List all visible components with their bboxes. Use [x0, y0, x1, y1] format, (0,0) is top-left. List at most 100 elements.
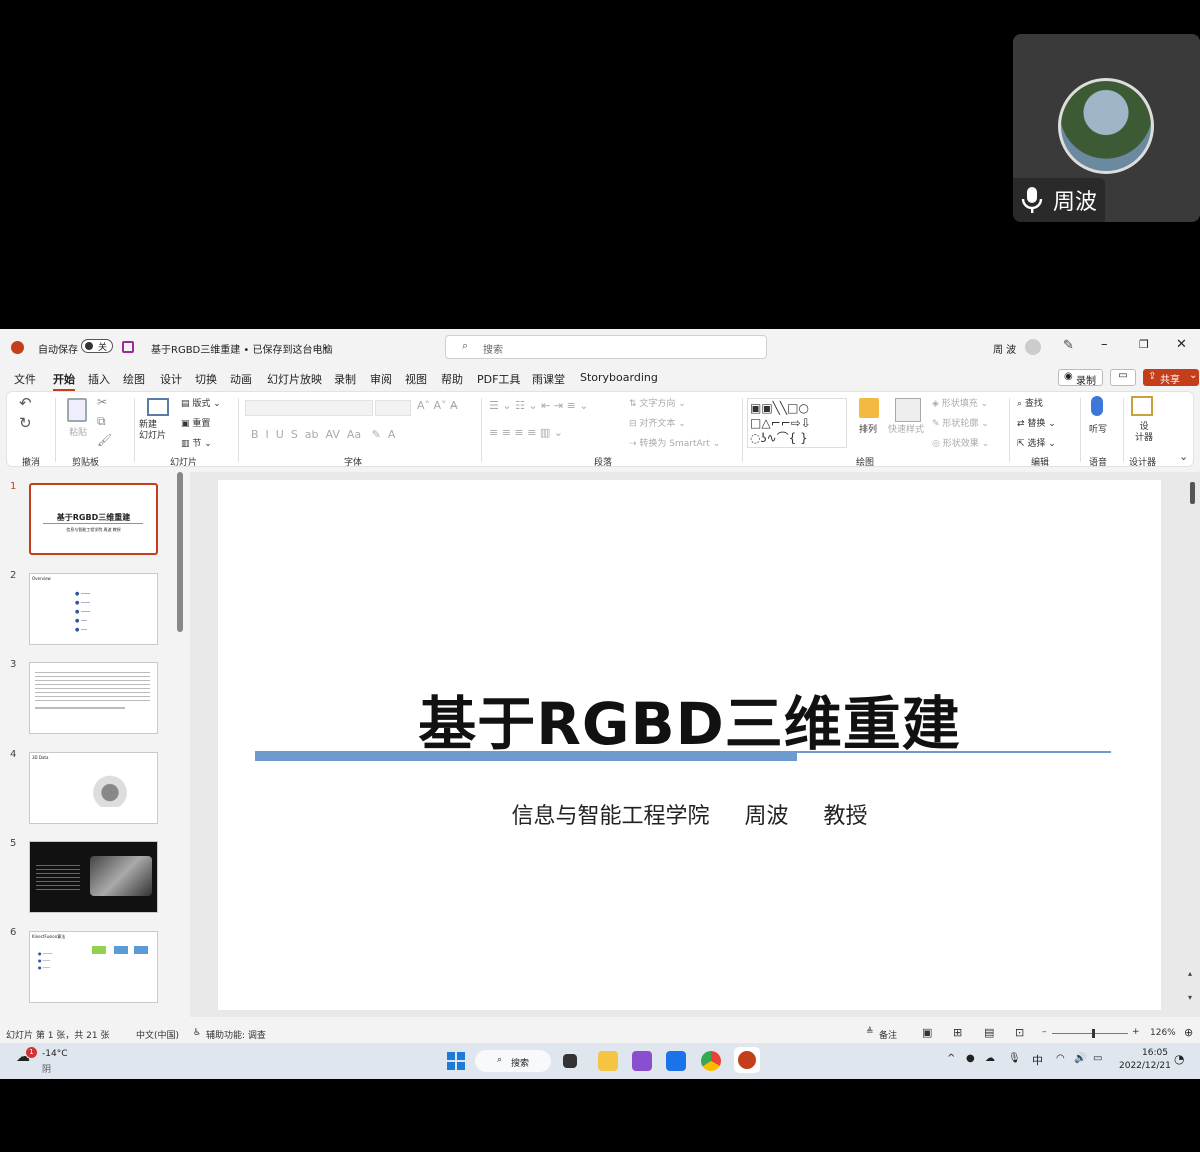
taskbar-search[interactable]: ⌕ 搜索 — [475, 1050, 551, 1072]
dictate-button[interactable]: 听写 — [1089, 422, 1107, 435]
pen-icon[interactable]: ✎ — [1063, 338, 1074, 353]
text-direction-button[interactable]: ⇅ 文字方向 ⌄ — [629, 396, 686, 409]
user-name[interactable]: 周 波 — [993, 341, 1016, 356]
zoom-level[interactable]: 126% — [1150, 1028, 1176, 1038]
slide-thumbnail-5[interactable] — [29, 841, 158, 913]
font-format-buttons[interactable]: B I U S ab AV Aa ✎ A — [251, 428, 395, 441]
tab-rain-classroom[interactable]: 雨课堂 — [532, 371, 565, 387]
cloud-icon[interactable]: ☁ — [985, 1053, 995, 1064]
slide-thumbnail-6[interactable]: KinectFusion算法 ● ──── ● ─── ● ─── — [29, 931, 158, 1003]
task-view-icon[interactable] — [563, 1054, 577, 1068]
arrange-icon[interactable] — [859, 398, 879, 418]
tab-animations[interactable]: 动画 — [230, 371, 252, 387]
normal-view-icon[interactable]: ▣ — [922, 1026, 932, 1039]
prev-slide-icon[interactable]: ▴ — [1188, 969, 1192, 978]
slide-scrollbar[interactable] — [1190, 482, 1195, 504]
alignment-buttons[interactable]: ≡ ≡ ≡ ≡ ▥ ⌄ — [489, 426, 563, 439]
visual-studio-icon[interactable] — [632, 1051, 652, 1071]
copy-icon[interactable]: ⧉ — [97, 414, 106, 429]
ribbon-collapse-chevron-icon[interactable]: ⌄ — [1179, 450, 1188, 463]
slide-thumbnail-3[interactable] — [29, 662, 158, 734]
fit-to-window-icon[interactable]: ⊕ — [1184, 1026, 1193, 1039]
new-slide-button[interactable]: 新建 幻灯片 — [139, 420, 166, 442]
paste-label[interactable]: 粘贴 — [69, 425, 87, 438]
autosave-toggle[interactable]: 关 — [81, 339, 113, 353]
restore-icon[interactable]: ❐ — [1139, 338, 1149, 351]
windows-start-icon[interactable] — [447, 1052, 465, 1070]
slide-thumbnail-4[interactable]: 3D Data — [29, 752, 158, 824]
font-name-dropdown[interactable] — [245, 400, 373, 416]
arrange-button[interactable]: 排列 — [859, 422, 877, 435]
list-buttons[interactable]: ☰ ⌄ ☷ ⌄ ⇤ ⇥ ≡ ⌄ — [489, 399, 589, 412]
tab-record[interactable]: 录制 — [334, 371, 356, 387]
file-explorer-icon[interactable] — [598, 1051, 618, 1071]
comments-button[interactable]: ▭ — [1110, 369, 1136, 386]
tray-mic-icon[interactable]: 🎙 — [1008, 1053, 1021, 1064]
redo-icon[interactable]: ↻ — [19, 414, 32, 432]
tab-help[interactable]: 帮助 — [441, 371, 463, 387]
zoom-in-icon[interactable]: + — [1132, 1027, 1140, 1037]
shapes-gallery[interactable]: ▣▣╲╲□○ □△⌐⌐⇨⇩ ◌ʖ∿⌒{ } — [747, 398, 847, 448]
shape-outline-button[interactable]: ✎ 形状轮廓 ⌄ — [932, 416, 989, 429]
chrome-icon[interactable] — [701, 1051, 721, 1071]
dictate-mic-icon[interactable] — [1091, 396, 1103, 416]
notes-button[interactable]: 备注 — [879, 1028, 897, 1041]
font-size-buttons[interactable]: A˄ A˅ A̶ — [417, 399, 458, 412]
wifi-icon[interactable]: ◠ — [1056, 1053, 1065, 1064]
record-button[interactable]: ◉ 录制 — [1058, 369, 1103, 387]
find-button[interactable]: ⌕ 查找 — [1017, 396, 1043, 409]
layout-button[interactable]: ▤ 版式 ⌄ — [181, 396, 221, 409]
share-button[interactable]: ⇪ 共享 ⌄ — [1143, 369, 1199, 386]
current-slide[interactable]: 基于RGBD三维重建 信息与智能工程学院 周波 教授 — [218, 480, 1161, 1010]
slide-subtitle[interactable]: 信息与智能工程学院 周波 教授 — [218, 798, 1161, 830]
volume-icon[interactable]: 🔊 — [1074, 1053, 1086, 1064]
slide-thumbnail-1[interactable]: 基于RGBD三维重建 信息与智能工程学院 周波 教授 — [29, 483, 158, 555]
slideshow-view-icon[interactable]: ⊡ — [1015, 1026, 1024, 1039]
paste-icon[interactable] — [67, 398, 87, 422]
save-icon[interactable] — [122, 341, 134, 353]
select-button[interactable]: ⇱ 选择 ⌄ — [1017, 436, 1056, 449]
app-icon[interactable] — [666, 1051, 686, 1071]
battery-icon[interactable]: ▭ — [1093, 1053, 1102, 1064]
align-text-button[interactable]: ⊟ 对齐文本 ⌄ — [629, 416, 686, 429]
clock-date[interactable]: 2022/12/21 — [1119, 1061, 1171, 1071]
format-painter-icon[interactable]: 🖌 — [97, 433, 112, 447]
shape-fill-button[interactable]: ◈ 形状填充 ⌄ — [932, 396, 988, 409]
tab-storyboarding[interactable]: Storyboarding — [580, 371, 658, 384]
smartart-button[interactable]: ⇢ 转换为 SmartArt ⌄ — [629, 436, 720, 449]
zoom-slider[interactable] — [1052, 1029, 1128, 1038]
quick-styles-icon[interactable] — [895, 398, 921, 422]
reset-button[interactable]: ▣ 重置 — [181, 416, 210, 429]
section-button[interactable]: ▥ 节 ⌄ — [181, 436, 212, 449]
language-indicator[interactable]: 中文(中国) — [136, 1028, 179, 1041]
replace-button[interactable]: ⇄ 替换 ⌄ — [1017, 416, 1056, 429]
tab-transitions[interactable]: 切换 — [195, 371, 217, 387]
cut-icon[interactable]: ✂ — [97, 395, 107, 409]
accessibility-status[interactable]: 辅助功能: 调查 — [206, 1028, 266, 1041]
document-title[interactable]: 基于RGBD三维重建 • 已保存到这台电脑 — [151, 341, 333, 356]
qq-icon[interactable]: ● — [966, 1053, 975, 1064]
designer-icon[interactable] — [1131, 396, 1153, 416]
tab-insert[interactable]: 插入 — [88, 371, 110, 387]
tab-design[interactable]: 设计 — [160, 371, 182, 387]
slide-thumbnail-2[interactable]: Overview ● ─── ● ─── ● ─── ● ── ● ── — [29, 573, 158, 645]
search-box[interactable]: ⌕ 搜索 — [445, 335, 767, 359]
font-size-dropdown[interactable] — [375, 400, 411, 416]
tab-home[interactable]: 开始 — [53, 371, 75, 391]
quick-styles-button[interactable]: 快速样式 — [888, 422, 924, 435]
tray-chevron-icon[interactable]: ^ — [947, 1053, 955, 1064]
designer-button[interactable]: 设 计器 — [1135, 422, 1153, 444]
notification-center-icon[interactable]: ◔ — [1174, 1052, 1184, 1066]
next-slide-icon[interactable]: ▾ — [1188, 993, 1192, 1002]
clock-time[interactable]: 16:05 — [1142, 1048, 1168, 1058]
zoom-out-icon[interactable]: – — [1042, 1027, 1047, 1037]
slide-title[interactable]: 基于RGBD三维重建 — [218, 677, 1161, 761]
slide-sorter-icon[interactable]: ⊞ — [953, 1026, 962, 1039]
powerpoint-taskbar-icon[interactable] — [734, 1047, 760, 1073]
tab-review[interactable]: 审阅 — [370, 371, 392, 387]
reading-view-icon[interactable]: ▤ — [984, 1026, 994, 1039]
close-icon[interactable]: ✕ — [1176, 337, 1187, 352]
shape-effects-button[interactable]: ◎ 形状效果 ⌄ — [932, 436, 989, 449]
tab-slideshow[interactable]: 幻灯片放映 — [267, 371, 322, 387]
new-slide-icon[interactable] — [147, 398, 169, 416]
